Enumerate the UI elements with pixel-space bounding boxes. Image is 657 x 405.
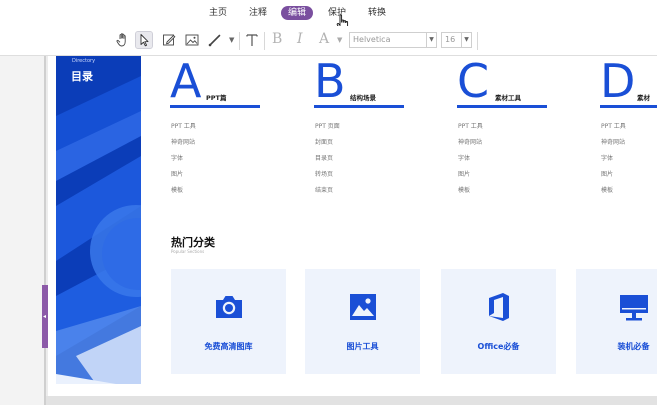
top-menu-bar: 主页 注释 编辑 保护 转换 xyxy=(0,0,657,31)
line-tool-icon[interactable] xyxy=(207,32,223,48)
chevron-down-icon: ▼ xyxy=(426,33,436,47)
section-c-item[interactable]: 字体 xyxy=(458,153,470,162)
section-a-rule xyxy=(170,105,260,108)
font-family-value: Helvetica xyxy=(353,35,391,44)
toolbar-divider xyxy=(477,32,478,50)
section-a-item[interactable]: PPT 工具 xyxy=(171,121,196,130)
section-a-letter: A xyxy=(170,56,202,108)
menu-item-edit[interactable]: 编辑 xyxy=(281,6,314,20)
section-b-item[interactable]: PPT 页面 xyxy=(315,121,340,130)
font-color-button[interactable]: A xyxy=(319,31,329,47)
section-b-rule xyxy=(314,105,404,108)
section-c-item[interactable]: 神奇网站 xyxy=(458,137,482,146)
category-card-label: 装机必备 xyxy=(617,342,650,351)
category-card-photo-library[interactable]: 免费高清图库 xyxy=(171,269,286,374)
font-size-select[interactable]: 16 ▼ xyxy=(441,32,472,48)
category-card-office[interactable]: Office必备 xyxy=(441,269,556,374)
section-a-item[interactable]: 模板 xyxy=(171,185,183,194)
section-d-label: 素材 xyxy=(637,94,650,102)
select-arrow-icon[interactable] xyxy=(135,31,153,49)
directory-panel: Directory 目录 xyxy=(56,56,141,384)
font-size-value: 16 xyxy=(445,35,456,44)
menu-item-home[interactable]: 主页 xyxy=(209,7,227,19)
left-gutter xyxy=(0,56,44,405)
menu-item-annotate[interactable]: 注释 xyxy=(249,7,267,19)
font-color-dropdown-icon[interactable]: ▼ xyxy=(337,36,342,44)
chevron-down-icon: ▼ xyxy=(461,33,471,47)
monitor-icon xyxy=(618,291,650,323)
font-family-select[interactable]: Helvetica ▼ xyxy=(349,32,437,48)
category-card-label: 免费高清图库 xyxy=(204,342,253,351)
section-b-label: 结构场景 xyxy=(350,94,376,102)
office-icon xyxy=(483,291,515,323)
section-c-item[interactable]: PPT 工具 xyxy=(458,121,483,130)
section-d-item[interactable]: 模板 xyxy=(601,185,613,194)
toolbar-divider xyxy=(264,32,265,50)
section-c-label: 素材工具 xyxy=(495,94,521,102)
section-d-rule xyxy=(600,105,657,108)
section-d-item[interactable]: 图片 xyxy=(601,169,613,178)
menu-item-convert[interactable]: 转换 xyxy=(368,7,386,19)
section-b-letter: B xyxy=(314,56,346,108)
hand-tool-icon[interactable] xyxy=(115,32,131,48)
page-bottom-edge xyxy=(46,396,657,405)
section-b-item[interactable]: 目录页 xyxy=(315,153,333,162)
directory-subtitle: Directory xyxy=(72,58,96,64)
section-a-item[interactable]: 字体 xyxy=(171,153,183,162)
section-d-item[interactable]: 神奇网站 xyxy=(601,137,625,146)
camera-icon xyxy=(213,291,245,323)
gutter-divider xyxy=(44,56,46,405)
text-tool-icon[interactable] xyxy=(244,32,260,48)
section-c-item[interactable]: 图片 xyxy=(458,169,470,178)
section-c-rule xyxy=(457,105,547,108)
picture-icon xyxy=(347,291,379,323)
edit-image-icon[interactable] xyxy=(184,32,200,48)
section-d-item[interactable]: 字体 xyxy=(601,153,613,162)
hot-categories-subtitle: Popular Sections xyxy=(171,249,205,254)
category-card-label: 图片工具 xyxy=(346,342,379,351)
section-c-item[interactable]: 模板 xyxy=(458,185,470,194)
section-c-letter: C xyxy=(457,56,490,108)
toolbar-divider xyxy=(239,32,240,50)
directory-title: 目录 xyxy=(71,70,93,83)
section-a-item[interactable]: 图片 xyxy=(171,169,183,178)
document-page: Directory 目录 A PPT篇 PPT 工具 神奇网站 字体 图片 模板… xyxy=(48,56,657,396)
bold-button[interactable]: B xyxy=(272,31,282,47)
sidebar-toggle-tab[interactable]: ◂ xyxy=(42,285,48,348)
hot-categories-title: 热门分类 xyxy=(171,236,215,249)
category-card-essentials[interactable]: 装机必备 xyxy=(576,269,657,374)
line-tool-dropdown-icon[interactable]: ▼ xyxy=(229,36,234,44)
section-a-label: PPT篇 xyxy=(206,94,227,102)
section-b-item[interactable]: 结束页 xyxy=(315,185,333,194)
section-b-item[interactable]: 转场页 xyxy=(315,169,333,178)
edit-text-box-icon[interactable] xyxy=(161,32,177,48)
blue-geometric-pattern xyxy=(56,56,141,384)
category-card-label: Office必备 xyxy=(477,342,520,351)
category-card-image-tools[interactable]: 图片工具 xyxy=(305,269,420,374)
italic-button[interactable]: I xyxy=(297,31,303,47)
section-d-letter: D xyxy=(600,56,636,108)
section-b-item[interactable]: 封面页 xyxy=(315,137,333,146)
section-d-item[interactable]: PPT 工具 xyxy=(601,121,626,130)
collapse-arrow-icon: ◂ xyxy=(43,313,47,320)
section-a-item[interactable]: 神奇网站 xyxy=(171,137,195,146)
